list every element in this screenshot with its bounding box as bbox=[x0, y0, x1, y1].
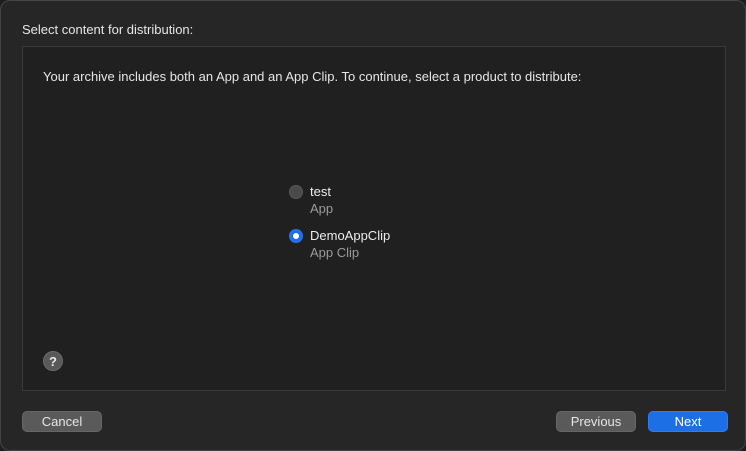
option-subtitle: App Clip bbox=[310, 245, 360, 260]
option-text: DemoAppClip App Clip bbox=[310, 228, 390, 261]
help-icon: ? bbox=[49, 353, 57, 369]
cancel-button[interactable]: Cancel bbox=[22, 411, 102, 432]
option-text: test App bbox=[310, 184, 333, 217]
next-button[interactable]: Next bbox=[648, 411, 728, 432]
previous-button[interactable]: Previous bbox=[556, 411, 636, 432]
content-panel: Your archive includes both an App and an… bbox=[22, 46, 726, 391]
product-option-test[interactable]: test App bbox=[289, 184, 333, 217]
product-option-demoappclip[interactable]: DemoAppClip App Clip bbox=[289, 228, 390, 261]
option-subtitle: App bbox=[310, 201, 334, 216]
instruction-text: Your archive includes both an App and an… bbox=[43, 69, 582, 84]
help-button[interactable]: ? bbox=[43, 351, 63, 371]
option-title: test bbox=[310, 184, 331, 199]
radio-button-unselected[interactable] bbox=[289, 185, 303, 199]
option-title: DemoAppClip bbox=[310, 228, 391, 243]
radio-button-selected[interactable] bbox=[289, 229, 303, 243]
distribution-dialog: Select content for distribution: Your ar… bbox=[0, 0, 746, 451]
dialog-header: Select content for distribution: bbox=[22, 22, 194, 37]
